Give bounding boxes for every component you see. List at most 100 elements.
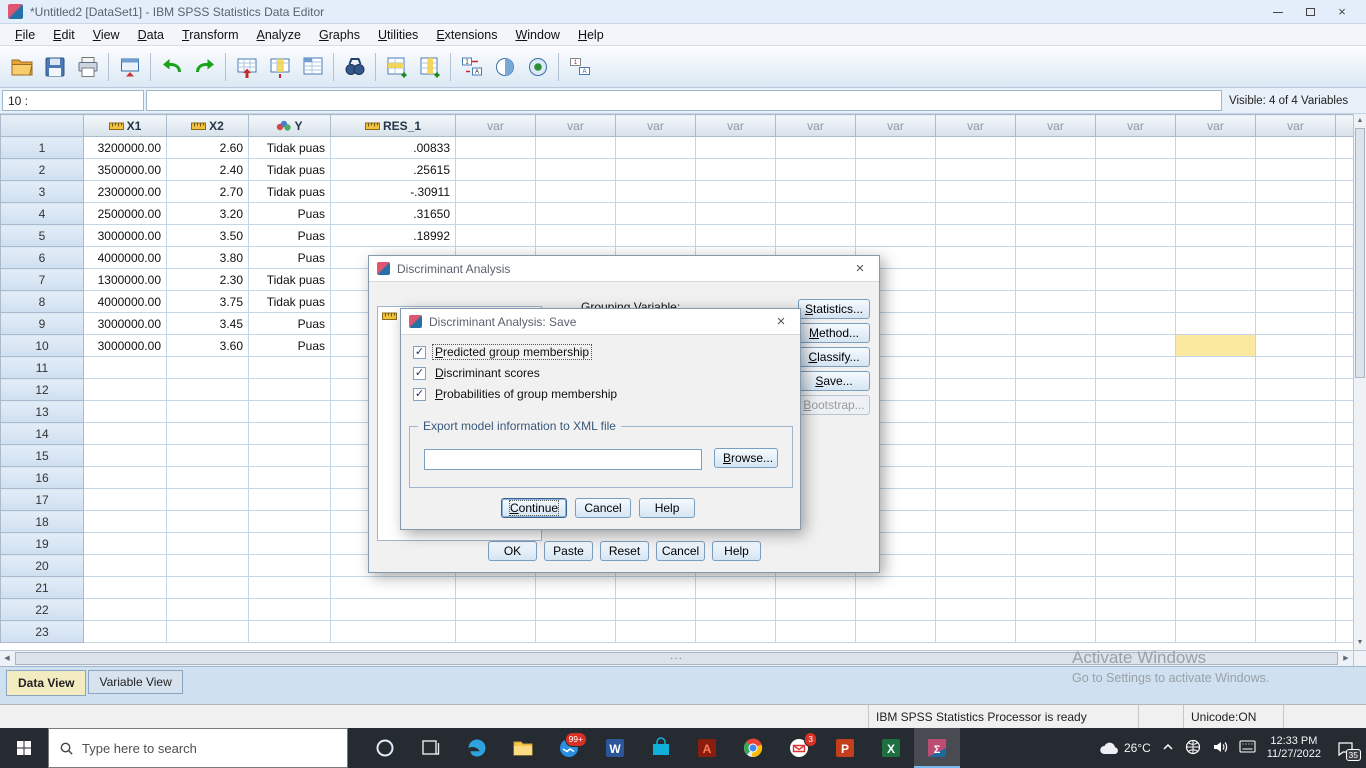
restore-icon[interactable] [1294, 1, 1326, 23]
grid-cell[interactable] [1175, 378, 1256, 401]
grid-cell[interactable] [83, 422, 167, 445]
recall-dialogs-icon[interactable] [113, 50, 146, 83]
grid-cell[interactable] [535, 620, 616, 643]
paste-button[interactable]: Paste [544, 541, 593, 561]
messenger-taskbar-icon[interactable]: 99+ [546, 728, 592, 768]
grid-cell[interactable]: Puas [248, 334, 331, 357]
checkbox-label[interactable]: Predicted group membership [431, 344, 593, 360]
column-header-var[interactable]: var [695, 114, 776, 137]
column-header-var[interactable]: var [1175, 114, 1256, 137]
grid-cell[interactable] [1015, 444, 1096, 467]
grid-cell[interactable] [615, 136, 696, 159]
touch-keyboard-icon[interactable] [1239, 740, 1256, 756]
column-header-var[interactable]: var [855, 114, 936, 137]
scroll-down-icon[interactable]: ▼ [1354, 636, 1366, 650]
grid-cell[interactable] [248, 532, 331, 555]
chrome-taskbar-icon[interactable] [730, 728, 776, 768]
grid-cell[interactable] [855, 202, 936, 225]
grid-cell[interactable] [1175, 598, 1256, 621]
column-header-res-1[interactable]: RES_1 [330, 114, 456, 137]
row-header[interactable]: 6 [0, 246, 84, 269]
grid-cell[interactable] [935, 136, 1016, 159]
grid-cell[interactable] [935, 620, 1016, 643]
goto-case-icon[interactable] [230, 50, 263, 83]
grid-cell[interactable] [248, 598, 331, 621]
grid-cell[interactable] [248, 356, 331, 379]
grid-cell[interactable] [1095, 576, 1176, 599]
menu-file[interactable]: File [6, 25, 44, 45]
method-button[interactable]: Method... [798, 323, 870, 343]
grid-cell[interactable] [83, 466, 167, 489]
continue-button[interactable]: Continue [501, 498, 568, 518]
grid-cell[interactable] [1095, 356, 1176, 379]
grid-cell[interactable]: Puas [248, 224, 331, 247]
tab-variable-view[interactable]: Variable View [88, 670, 183, 694]
grid-cell[interactable]: 3.50 [166, 224, 249, 247]
grid-cell[interactable]: -.30911 [330, 180, 456, 203]
undo-icon[interactable] [155, 50, 188, 83]
grid-cell[interactable] [1095, 620, 1176, 643]
grid-cell[interactable] [1015, 246, 1096, 269]
store-taskbar-icon[interactable] [638, 728, 684, 768]
row-header[interactable]: 15 [0, 444, 84, 467]
column-header-var[interactable]: var [535, 114, 616, 137]
grid-cell[interactable]: Puas [248, 246, 331, 269]
grid-cell[interactable] [1255, 576, 1336, 599]
grid-cell[interactable] [1255, 312, 1336, 335]
grid-cell[interactable]: Puas [248, 202, 331, 225]
grid-cell[interactable] [695, 224, 776, 247]
edge-taskbar-icon[interactable] [454, 728, 500, 768]
grid-cell[interactable] [1095, 488, 1176, 511]
grid-cell[interactable] [1095, 334, 1176, 357]
variables-icon[interactable] [296, 50, 329, 83]
grid-cell[interactable] [1015, 400, 1096, 423]
grid-cell[interactable] [1015, 158, 1096, 181]
ok-button[interactable]: OK [488, 541, 537, 561]
grid-cell[interactable] [1255, 224, 1336, 247]
powerpoint-taskbar-icon[interactable]: P [822, 728, 868, 768]
grid-cell[interactable]: 3.80 [166, 246, 249, 269]
grid-cell[interactable] [935, 378, 1016, 401]
grid-cell[interactable]: .18992 [330, 224, 456, 247]
grid-cell[interactable] [1255, 444, 1336, 467]
row-header[interactable]: 5 [0, 224, 84, 247]
discriminant-scores-checkbox[interactable]: ✓ [413, 366, 426, 380]
row-header[interactable]: 18 [0, 510, 84, 533]
grid-cell[interactable] [1015, 554, 1096, 577]
grid-cell[interactable] [1015, 422, 1096, 445]
grid-cell[interactable] [455, 620, 536, 643]
grid-cell[interactable] [1095, 224, 1176, 247]
grid-cell[interactable] [615, 158, 696, 181]
row-header[interactable]: 7 [0, 268, 84, 291]
insert-variable-icon[interactable] [413, 50, 446, 83]
cancel-button[interactable]: Cancel [575, 498, 632, 518]
grid-cell[interactable] [1255, 378, 1336, 401]
grid-cell[interactable] [1015, 576, 1096, 599]
menu-window[interactable]: Window [506, 25, 568, 45]
row-header[interactable]: 4 [0, 202, 84, 225]
weather-widget[interactable]: 26°C [1099, 741, 1151, 755]
grid-cell[interactable] [1175, 576, 1256, 599]
grid-cell[interactable]: 1300000.00 [83, 268, 167, 291]
probabilities-of-group-membership-checkbox[interactable]: ✓ [413, 387, 426, 401]
row-header[interactable]: 2 [0, 158, 84, 181]
grid-cell[interactable] [166, 444, 249, 467]
column-header-var[interactable]: var [615, 114, 696, 137]
search-input[interactable] [82, 740, 312, 756]
grid-cell[interactable] [935, 466, 1016, 489]
grid-cell[interactable] [1015, 356, 1096, 379]
grid-cell[interactable] [1015, 224, 1096, 247]
menu-view[interactable]: View [84, 25, 129, 45]
grid-cell[interactable] [775, 180, 856, 203]
grid-cell[interactable] [455, 598, 536, 621]
grid-cell[interactable] [695, 180, 776, 203]
row-header[interactable]: 10 [0, 334, 84, 357]
grid-cell[interactable] [1095, 312, 1176, 335]
grid-cell[interactable] [83, 554, 167, 577]
grid-cell[interactable] [535, 180, 616, 203]
grid-cell[interactable] [1015, 290, 1096, 313]
grid-cell[interactable] [615, 620, 696, 643]
select-cases-icon[interactable] [521, 50, 554, 83]
grid-cell[interactable] [1095, 466, 1176, 489]
grid-cell[interactable]: 2.30 [166, 268, 249, 291]
